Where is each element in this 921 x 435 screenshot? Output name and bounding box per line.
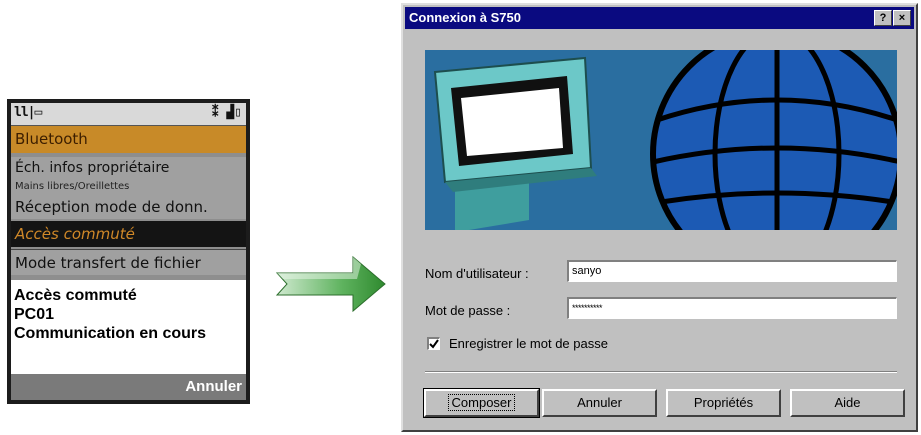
arrow-right-icon xyxy=(275,255,386,313)
softkey-cancel[interactable]: Annuler xyxy=(11,374,246,400)
info-line-service: Accès commuté xyxy=(14,287,137,304)
save-password-checkbox[interactable] xyxy=(427,337,440,350)
dialog-title: Connexion à S750 xyxy=(409,10,521,25)
battery-icon: ⁑ ▟▯ xyxy=(212,105,242,120)
menu-item-file-transfer[interactable]: Mode transfert de fichier xyxy=(11,249,246,275)
dialup-banner xyxy=(425,50,897,230)
dialog-title-bar[interactable]: Connexion à S750 ? × xyxy=(405,7,914,29)
menu-item-handsfree[interactable]: Mains libres/Oreillettes xyxy=(11,179,246,195)
username-field[interactable]: sanyo xyxy=(567,260,897,282)
signal-icon: ll|▭ xyxy=(14,105,42,120)
info-line-device: PC01 xyxy=(14,306,55,323)
menu-header-bluetooth: Bluetooth xyxy=(11,126,246,153)
compose-button-label: Composer xyxy=(447,394,516,411)
cancel-button[interactable]: Annuler xyxy=(542,389,657,417)
compose-button[interactable]: Composer xyxy=(423,388,540,418)
check-icon xyxy=(429,339,439,349)
close-icon[interactable]: × xyxy=(893,10,911,26)
info-line-status: Communication en cours xyxy=(14,325,207,342)
connection-dialog: Connexion à S750 ? × Nom d'utilisateur :… xyxy=(401,3,918,432)
phone-status-bar: ll|▭ ⁑ ▟▯ xyxy=(11,103,246,126)
phone-display: ll|▭ ⁑ ▟▯ Bluetooth Éch. infos propriéta… xyxy=(11,103,246,400)
divider xyxy=(425,371,897,373)
menu-item-data-mode[interactable]: Réception mode de donn. xyxy=(11,195,246,219)
help-icon[interactable]: ? xyxy=(874,10,892,26)
globe-icon xyxy=(650,50,897,230)
password-label: Mot de passe : xyxy=(425,303,511,318)
menu-item-dialup-selected[interactable]: Accès commuté xyxy=(11,221,246,247)
password-field[interactable]: ********** xyxy=(567,297,897,319)
phone-info-panel: Accès commuté PC01 Communication en cour… xyxy=(11,280,246,374)
save-password-label[interactable]: Enregistrer le mot de passe xyxy=(449,336,608,351)
phone-screen: ll|▭ ⁑ ▟▯ Bluetooth Éch. infos propriéta… xyxy=(7,99,250,404)
username-label: Nom d'utilisateur : xyxy=(425,266,529,281)
help-button[interactable]: Aide xyxy=(790,389,905,417)
properties-button[interactable]: Propriétés xyxy=(666,389,781,417)
menu-item-owner-info[interactable]: Éch. infos propriétaire xyxy=(11,157,246,179)
